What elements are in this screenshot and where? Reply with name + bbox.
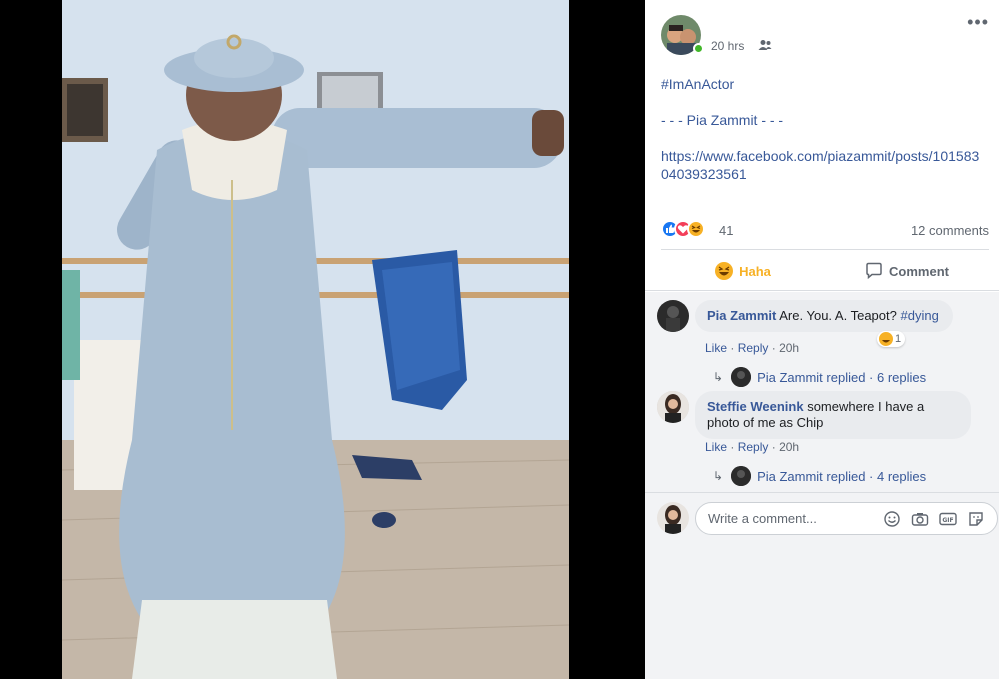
sticker-icon[interactable] bbox=[967, 511, 985, 527]
post-author-line[interactable]: - - - Pia Zammit - - - bbox=[661, 111, 783, 129]
gif-icon[interactable]: GIF bbox=[939, 511, 957, 527]
comment-bubble: Pia Zammit Are. You. A. Teapot? #dying bbox=[695, 300, 953, 332]
emoji-icon[interactable] bbox=[883, 511, 901, 527]
comment-composer: Write a comment... GIF bbox=[657, 502, 998, 536]
commenter-avatar[interactable] bbox=[657, 391, 689, 423]
separator: · bbox=[771, 440, 780, 454]
haha-reaction-icon[interactable] bbox=[687, 220, 705, 238]
online-status-dot bbox=[693, 43, 704, 54]
reaction-count[interactable]: 41 bbox=[719, 223, 733, 238]
reactions-summary: 41 12 comments bbox=[661, 220, 989, 240]
comment-reply-link[interactable]: Reply bbox=[738, 341, 769, 355]
reply-arrow-icon: ↳ bbox=[713, 370, 724, 384]
commenter-name[interactable]: Pia Zammit bbox=[707, 308, 776, 323]
divider bbox=[661, 249, 989, 250]
post-header: 20 hrs ••• bbox=[661, 13, 991, 55]
comment-like-link[interactable]: Like bbox=[705, 440, 727, 454]
comment-item: Steffie Weenink somewhere I have a photo… bbox=[657, 391, 987, 491]
view-replies-link[interactable]: ↳ Pia Zammit replied · 6 replies bbox=[713, 367, 926, 387]
comments-count-link[interactable]: 12 comments bbox=[911, 223, 989, 238]
svg-text:GIF: GIF bbox=[942, 517, 953, 524]
haha-button-label: Haha bbox=[739, 263, 771, 279]
haha-reaction-icon bbox=[879, 332, 893, 346]
more-options-button[interactable]: ••• bbox=[967, 13, 989, 31]
comment-icon bbox=[866, 262, 882, 280]
comment-item: Pia Zammit Are. You. A. Teapot? #dying 1… bbox=[657, 300, 987, 390]
replier-avatar bbox=[731, 367, 752, 387]
comment-like-link[interactable]: Like bbox=[705, 341, 727, 355]
commenter-avatar[interactable] bbox=[657, 300, 689, 332]
comment-reply-link[interactable]: Reply bbox=[738, 440, 769, 454]
divider bbox=[645, 492, 999, 493]
comment-hashtag-link[interactable]: #dying bbox=[900, 308, 938, 323]
comment-input[interactable]: Write a comment... bbox=[708, 511, 817, 526]
comment-time[interactable]: 20h bbox=[779, 440, 799, 454]
divider bbox=[645, 290, 999, 291]
comment-button-label: Comment bbox=[889, 263, 949, 279]
photo-illustration bbox=[62, 0, 569, 679]
reply-arrow-icon: ↳ bbox=[713, 469, 724, 483]
comment-bubble: Steffie Weenink somewhere I have a photo… bbox=[695, 391, 971, 439]
post-side-panel: 20 hrs ••• #ImAnActor - - - Pia Zammit -… bbox=[645, 0, 999, 679]
replies-summary: Pia Zammit replied · 6 replies bbox=[757, 369, 927, 385]
separator: · bbox=[771, 341, 780, 355]
photo-viewer bbox=[0, 0, 645, 679]
haha-icon bbox=[715, 262, 734, 280]
comments-section: Pia Zammit Are. You. A. Teapot? #dying 1… bbox=[645, 292, 999, 679]
comment-actions: Like · Reply · 20h bbox=[705, 440, 799, 454]
replies-summary: Pia Zammit replied · 4 replies bbox=[757, 468, 927, 484]
current-user-avatar[interactable] bbox=[657, 502, 689, 534]
separator: · bbox=[730, 341, 738, 355]
separator: · bbox=[730, 440, 738, 454]
comment-button[interactable]: Comment bbox=[825, 256, 989, 286]
commenter-name[interactable]: Steffie Weenink bbox=[707, 399, 804, 414]
comment-reaction-badge[interactable]: 1 bbox=[877, 331, 906, 347]
post-timestamp[interactable]: 20 hrs bbox=[711, 39, 744, 53]
post-url-link[interactable]: https://www.facebook.com/piazammit/posts… bbox=[661, 147, 981, 183]
post-hashtag-link[interactable]: #ImAnActor bbox=[661, 75, 734, 93]
view-replies-link[interactable]: ↳ Pia Zammit replied · 4 replies bbox=[713, 466, 926, 486]
camera-icon[interactable] bbox=[911, 511, 929, 527]
haha-reaction-button[interactable]: Haha bbox=[661, 256, 825, 286]
post-photo[interactable] bbox=[62, 0, 569, 679]
audience-friends-icon[interactable] bbox=[758, 39, 772, 51]
comment-text: Are. You. A. Teapot? bbox=[779, 308, 897, 323]
replier-avatar bbox=[731, 466, 752, 486]
comment-actions: Like · Reply · 20h bbox=[705, 341, 799, 355]
post-action-bar: Haha Comment bbox=[661, 256, 989, 286]
comment-reaction-count: 1 bbox=[895, 333, 902, 345]
comment-time[interactable]: 20h bbox=[779, 341, 799, 355]
comment-input-box[interactable]: Write a comment... GIF bbox=[695, 502, 998, 535]
